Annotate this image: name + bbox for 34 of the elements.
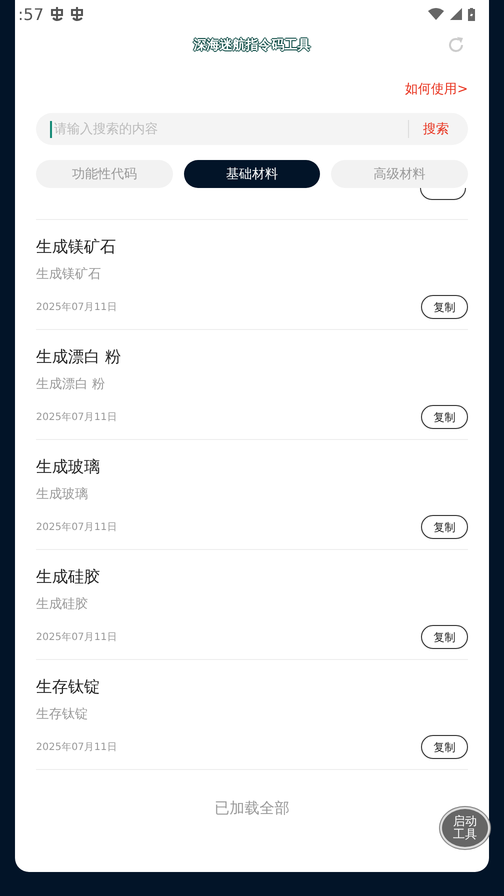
copy-button[interactable]: 复制 (421, 295, 468, 319)
search-bar[interactable]: 请输入搜索的内容 搜索 (36, 113, 468, 145)
search-field[interactable]: 请输入搜索的内容 (50, 120, 408, 138)
app-title: 深海迷航指令码工具 (194, 36, 310, 54)
wifi-icon (428, 8, 444, 20)
item-subtitle: 生成漂白 粉 (36, 376, 106, 393)
item-date: 2025年07月11日 (36, 301, 117, 314)
item-date: 2025年07月11日 (36, 741, 117, 754)
item-subtitle: 生成镁矿石 (36, 266, 102, 283)
load-status: 已加载全部 (214, 799, 290, 818)
copy-button[interactable]: 复制 (421, 735, 468, 759)
battery-icon (468, 8, 475, 20)
item-subtitle: 生存钛锭 (36, 706, 89, 723)
item-date: 2025年07月11日 (36, 631, 117, 644)
copy-button[interactable]: 复制 (421, 405, 468, 429)
item-title: 生成漂白 粉 (36, 347, 122, 368)
copy-button[interactable]: 复制 (421, 515, 468, 539)
item-date: 2025年07月11日 (36, 411, 117, 424)
status-time: :57 (18, 4, 44, 24)
search-button[interactable]: 搜索 (409, 120, 468, 138)
category-tab[interactable]: 基础材料 (184, 160, 320, 188)
item-subtitle: 生成硅胶 (36, 596, 89, 613)
signal-icon (450, 8, 462, 20)
launch-button[interactable]: 启动工具 (440, 807, 490, 849)
notification-icon (50, 6, 64, 22)
item-title: 生存钛锭 (36, 677, 101, 698)
notification-icon (70, 6, 84, 22)
item-title: 生成玻璃 (36, 457, 101, 478)
item-subtitle: 生成玻璃 (36, 486, 89, 503)
copy-button[interactable]: 复制 (421, 625, 468, 649)
item-title: 生成硅胶 (36, 567, 101, 588)
item-date: 2025年07月11日 (36, 521, 117, 534)
item-title: 生成镁矿石 (36, 237, 117, 258)
help-link[interactable]: 如何使用> (405, 80, 468, 98)
